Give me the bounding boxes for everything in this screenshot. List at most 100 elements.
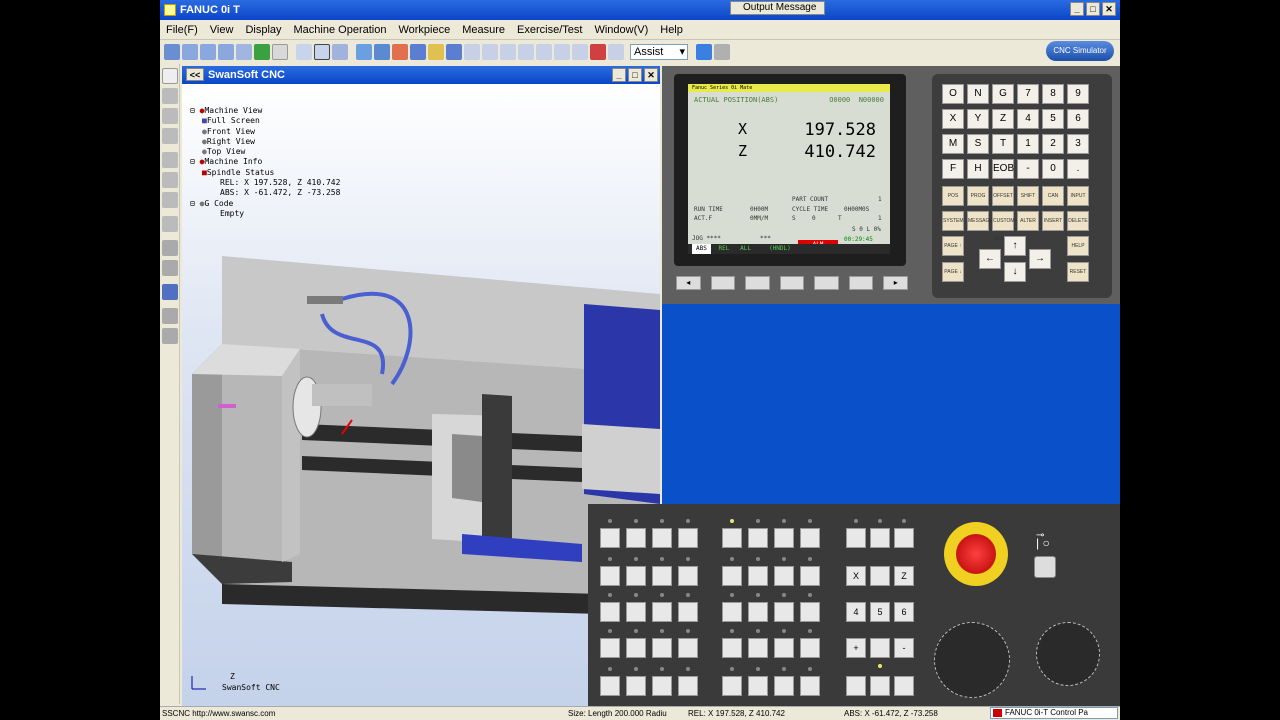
panel-button-9[interactable] bbox=[626, 602, 646, 622]
stop-icon[interactable] bbox=[714, 44, 730, 60]
all-tab[interactable]: ALL bbox=[740, 245, 751, 252]
key-[interactable]: - bbox=[1017, 159, 1039, 179]
softkey-1[interactable] bbox=[710, 276, 736, 290]
workpiece-icon[interactable] bbox=[392, 44, 408, 60]
panel-button-42[interactable] bbox=[894, 528, 914, 548]
fkey-system[interactable]: SYSTEM bbox=[942, 211, 964, 231]
panel-button-44[interactable] bbox=[870, 638, 890, 658]
key-o[interactable]: O bbox=[942, 84, 964, 104]
key-1[interactable]: 1 bbox=[1017, 134, 1039, 154]
key-g[interactable]: G bbox=[992, 84, 1014, 104]
option1-icon[interactable] bbox=[464, 44, 480, 60]
panel-button-30[interactable] bbox=[774, 602, 794, 622]
panel-button-17[interactable] bbox=[626, 676, 646, 696]
panel-button-34[interactable] bbox=[774, 638, 794, 658]
zoom-out-icon[interactable] bbox=[200, 44, 216, 60]
tool-h-icon[interactable] bbox=[162, 260, 178, 276]
panel-button-8[interactable] bbox=[600, 602, 620, 622]
tool-d-icon[interactable] bbox=[162, 152, 178, 168]
panel-button-24[interactable] bbox=[722, 566, 742, 586]
panel-button-47[interactable] bbox=[894, 676, 914, 696]
key-7[interactable]: 7 bbox=[1017, 84, 1039, 104]
key-t[interactable]: T bbox=[992, 134, 1014, 154]
minimize-button[interactable]: _ bbox=[1070, 2, 1084, 16]
menu-window[interactable]: Window(V) bbox=[588, 24, 654, 36]
reset-key[interactable]: RESET bbox=[1067, 262, 1089, 282]
option3-icon[interactable] bbox=[500, 44, 516, 60]
tree-node[interactable]: ●Front View bbox=[190, 127, 340, 137]
panel-button-21[interactable] bbox=[748, 528, 768, 548]
panel-button-13[interactable] bbox=[626, 638, 646, 658]
key-x[interactable]: X bbox=[942, 109, 964, 129]
close-button[interactable]: ✕ bbox=[1102, 2, 1116, 16]
fkey-can[interactable]: CAN bbox=[1042, 186, 1064, 206]
view-close-button[interactable]: ✕ bbox=[644, 68, 658, 82]
maximize-button[interactable]: □ bbox=[1086, 2, 1100, 16]
option4-icon[interactable] bbox=[518, 44, 534, 60]
key-9[interactable]: 9 bbox=[1067, 84, 1089, 104]
menu-display[interactable]: Display bbox=[239, 24, 287, 36]
option5-icon[interactable] bbox=[536, 44, 552, 60]
panel-button-45[interactable] bbox=[846, 676, 866, 696]
measure-icon[interactable] bbox=[410, 44, 426, 60]
fkey-delete[interactable]: DELETE bbox=[1067, 211, 1089, 231]
hndl-tab[interactable]: (HNDL) bbox=[769, 245, 791, 252]
menu-workpiece[interactable]: Workpiece bbox=[392, 24, 456, 36]
fkey-prog[interactable]: PROG bbox=[967, 186, 989, 206]
assist-dropdown[interactable]: Assist bbox=[630, 44, 688, 60]
play-icon[interactable] bbox=[696, 44, 712, 60]
panel-button-33[interactable] bbox=[748, 638, 768, 658]
fkey-pos[interactable]: POS bbox=[942, 186, 964, 206]
tool-g-icon[interactable] bbox=[162, 240, 178, 256]
help-key[interactable]: HELP bbox=[1067, 236, 1089, 256]
tree-node[interactable]: ⊟ ●Machine Info bbox=[190, 157, 340, 167]
panel-button-0[interactable] bbox=[600, 528, 620, 548]
page-up-key[interactable]: PAGE ↑ bbox=[942, 236, 964, 256]
panel-button-35[interactable] bbox=[800, 638, 820, 658]
view-minimize-button[interactable]: _ bbox=[612, 68, 626, 82]
menu-view[interactable]: View bbox=[204, 24, 240, 36]
fkey-message[interactable]: MESSAGE bbox=[967, 211, 993, 231]
panel-button-22[interactable] bbox=[774, 528, 794, 548]
panel-button-46[interactable] bbox=[870, 676, 890, 696]
panel-button-36[interactable] bbox=[722, 676, 742, 696]
panel-button-39[interactable] bbox=[800, 676, 820, 696]
option8-icon[interactable] bbox=[608, 44, 624, 60]
panel-button-38[interactable] bbox=[774, 676, 794, 696]
tool-k-icon[interactable] bbox=[162, 328, 178, 344]
open-icon[interactable] bbox=[164, 44, 180, 60]
collapse-tree-button[interactable]: << bbox=[186, 68, 204, 81]
minus-button[interactable]: - bbox=[894, 638, 914, 658]
panel-button-1[interactable] bbox=[626, 528, 646, 548]
power-on-button[interactable] bbox=[1034, 556, 1056, 578]
key-m[interactable]: M bbox=[942, 134, 964, 154]
panel-button-4[interactable] bbox=[600, 566, 620, 586]
panel-button-43[interactable] bbox=[870, 566, 890, 586]
panel-button-5[interactable] bbox=[626, 566, 646, 586]
tree-node[interactable]: ⊟ ●G Code bbox=[190, 199, 340, 209]
panel-button-27[interactable] bbox=[800, 566, 820, 586]
panel-button-37[interactable] bbox=[748, 676, 768, 696]
panel-button-10[interactable] bbox=[652, 602, 672, 622]
panel-button-15[interactable] bbox=[678, 638, 698, 658]
output-message-tab[interactable]: Output Message bbox=[730, 1, 825, 15]
abs-tab[interactable]: ABS bbox=[692, 244, 711, 254]
tree-node[interactable]: ●Right View bbox=[190, 137, 340, 147]
plus-button[interactable]: + bbox=[846, 638, 866, 658]
jog-4-button[interactable]: 4 bbox=[846, 602, 866, 622]
panel-button-6[interactable] bbox=[652, 566, 672, 586]
rotate-icon[interactable] bbox=[254, 44, 270, 60]
panel-button-19[interactable] bbox=[678, 676, 698, 696]
softkey-left-arrow[interactable]: ◂ bbox=[676, 276, 701, 290]
key-6[interactable]: 6 bbox=[1067, 109, 1089, 129]
power-switch-icon[interactable]: | ○ bbox=[1036, 536, 1050, 550]
tool-e-icon[interactable] bbox=[162, 172, 178, 188]
zoom-fit-icon[interactable] bbox=[218, 44, 234, 60]
tree-node[interactable]: ■Spindle Status bbox=[190, 168, 340, 178]
panel-button-29[interactable] bbox=[748, 602, 768, 622]
panel-button-2[interactable] bbox=[652, 528, 672, 548]
arrow-up-key[interactable]: ↑ bbox=[1004, 236, 1026, 256]
key-eob[interactable]: EOB bbox=[992, 159, 1014, 179]
key-f[interactable]: F bbox=[942, 159, 964, 179]
fkey-offset-setting[interactable]: OFFSET SETTING bbox=[992, 186, 1015, 217]
